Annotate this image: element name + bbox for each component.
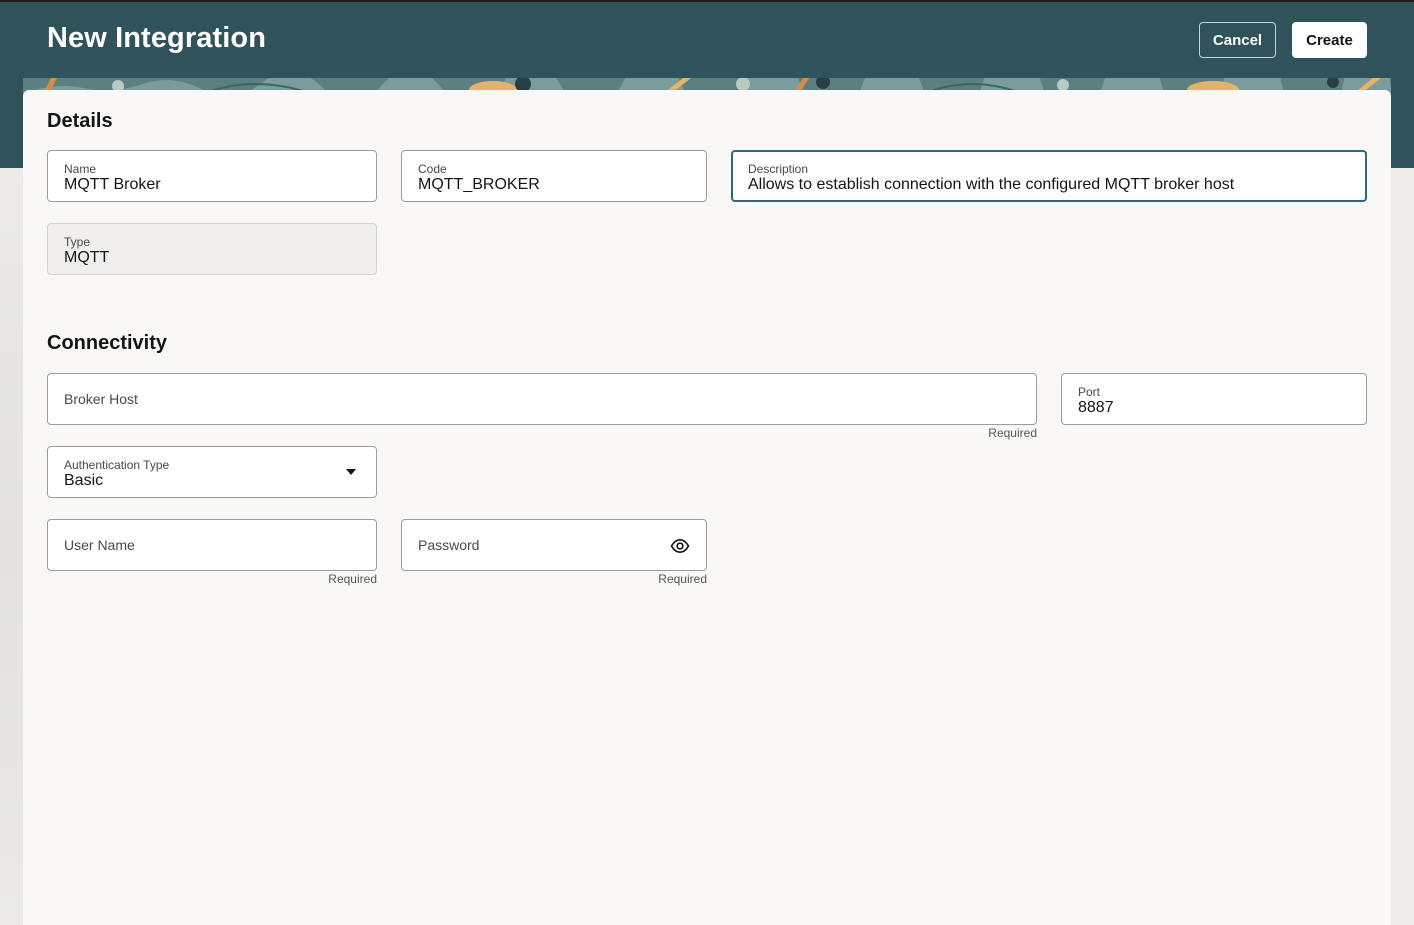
user-name-required-hint: Required bbox=[328, 572, 377, 586]
port-field-value: 8887 bbox=[1078, 399, 1114, 416]
authentication-type-select[interactable]: Authentication Type Basic bbox=[47, 446, 377, 498]
description-field[interactable]: Description Allows to establish connecti… bbox=[731, 150, 1367, 202]
authentication-type-value: Basic bbox=[64, 472, 104, 489]
name-field-label: Name bbox=[64, 162, 97, 176]
broker-host-input[interactable]: Broker Host bbox=[47, 373, 1037, 425]
user-name-placeholder: User Name bbox=[64, 537, 135, 553]
type-field-value: MQTT bbox=[64, 249, 110, 266]
port-field-label: Port bbox=[1078, 385, 1101, 399]
page-title: New Integration bbox=[47, 22, 267, 54]
connectivity-section-title: Connectivity bbox=[47, 332, 168, 354]
user-name-input[interactable]: User Name bbox=[47, 519, 377, 571]
authentication-type-label: Authentication Type bbox=[64, 458, 170, 472]
description-field-value: Allows to establish connection with the … bbox=[748, 176, 1235, 193]
code-field-value: MQTT_BROKER bbox=[418, 176, 540, 193]
port-field[interactable]: Port 8887 bbox=[1061, 373, 1367, 425]
background-texture bbox=[0, 168, 23, 925]
create-button[interactable]: Create bbox=[1292, 22, 1367, 58]
details-section-title: Details bbox=[47, 110, 113, 132]
code-field-label: Code bbox=[418, 162, 447, 176]
name-field[interactable]: Name MQTT Broker bbox=[47, 150, 377, 202]
broker-host-placeholder: Broker Host bbox=[64, 391, 138, 407]
broker-host-required-hint: Required bbox=[988, 426, 1037, 440]
eye-icon[interactable] bbox=[670, 536, 690, 556]
name-field-value: MQTT Broker bbox=[64, 176, 161, 193]
description-field-label: Description bbox=[748, 162, 809, 176]
cancel-button[interactable]: Cancel bbox=[1199, 22, 1276, 58]
code-field[interactable]: Code MQTT_BROKER bbox=[401, 150, 707, 202]
password-required-hint: Required bbox=[658, 572, 707, 586]
password-placeholder: Password bbox=[418, 537, 480, 553]
form-card: Details Name MQTT Broker Code MQTT_BROKE… bbox=[23, 90, 1391, 925]
type-field: Type MQTT bbox=[47, 223, 377, 275]
type-field-label: Type bbox=[64, 235, 91, 249]
password-input[interactable]: Password bbox=[401, 519, 707, 571]
chevron-down-icon[interactable] bbox=[346, 469, 356, 475]
